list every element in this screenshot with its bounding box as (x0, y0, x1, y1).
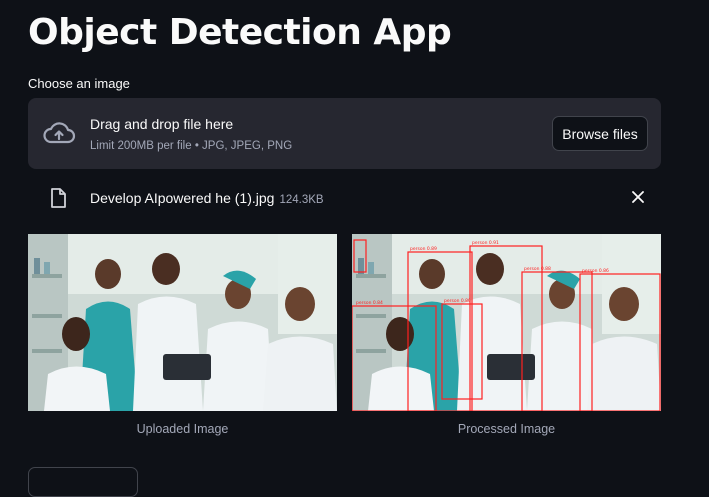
browse-files-button[interactable]: Browse files (552, 116, 648, 151)
file-size: 124.3KB (279, 194, 324, 206)
detection-label: person 0.86 (582, 268, 609, 274)
uploaded-file-row: Develop AIpowered he (1).jpg 124.3KB (28, 182, 661, 214)
detection-label: person 0.89 (410, 246, 437, 252)
close-icon[interactable] (631, 190, 645, 204)
dropzone-instructions: Drag and drop file here (90, 116, 234, 132)
processed-image-caption: Processed Image (457, 422, 556, 436)
action-button[interactable] (28, 467, 138, 497)
dropzone-limit-text: Limit 200MB per file • JPG, JPEG, PNG (90, 140, 293, 152)
file-name: Develop AIpowered he (1).jpg (90, 190, 275, 206)
cloud-upload-icon (43, 122, 76, 144)
uploader-label: Choose an image (28, 76, 130, 91)
processed-image: person 0.89 person 0.91 person 0.88 pers… (352, 234, 661, 411)
detection-label: person 0.88 (524, 266, 551, 272)
detection-label: person 0.80 (444, 298, 471, 304)
uploaded-image (28, 234, 337, 411)
file-icon (51, 188, 66, 208)
page-title: Object Detection App (28, 12, 452, 53)
file-dropzone[interactable]: Drag and drop file here Limit 200MB per … (28, 98, 661, 169)
uploaded-image-caption: Uploaded Image (136, 422, 229, 436)
detection-label: person 0.91 (472, 240, 499, 246)
detection-label: person 0.84 (356, 300, 383, 306)
